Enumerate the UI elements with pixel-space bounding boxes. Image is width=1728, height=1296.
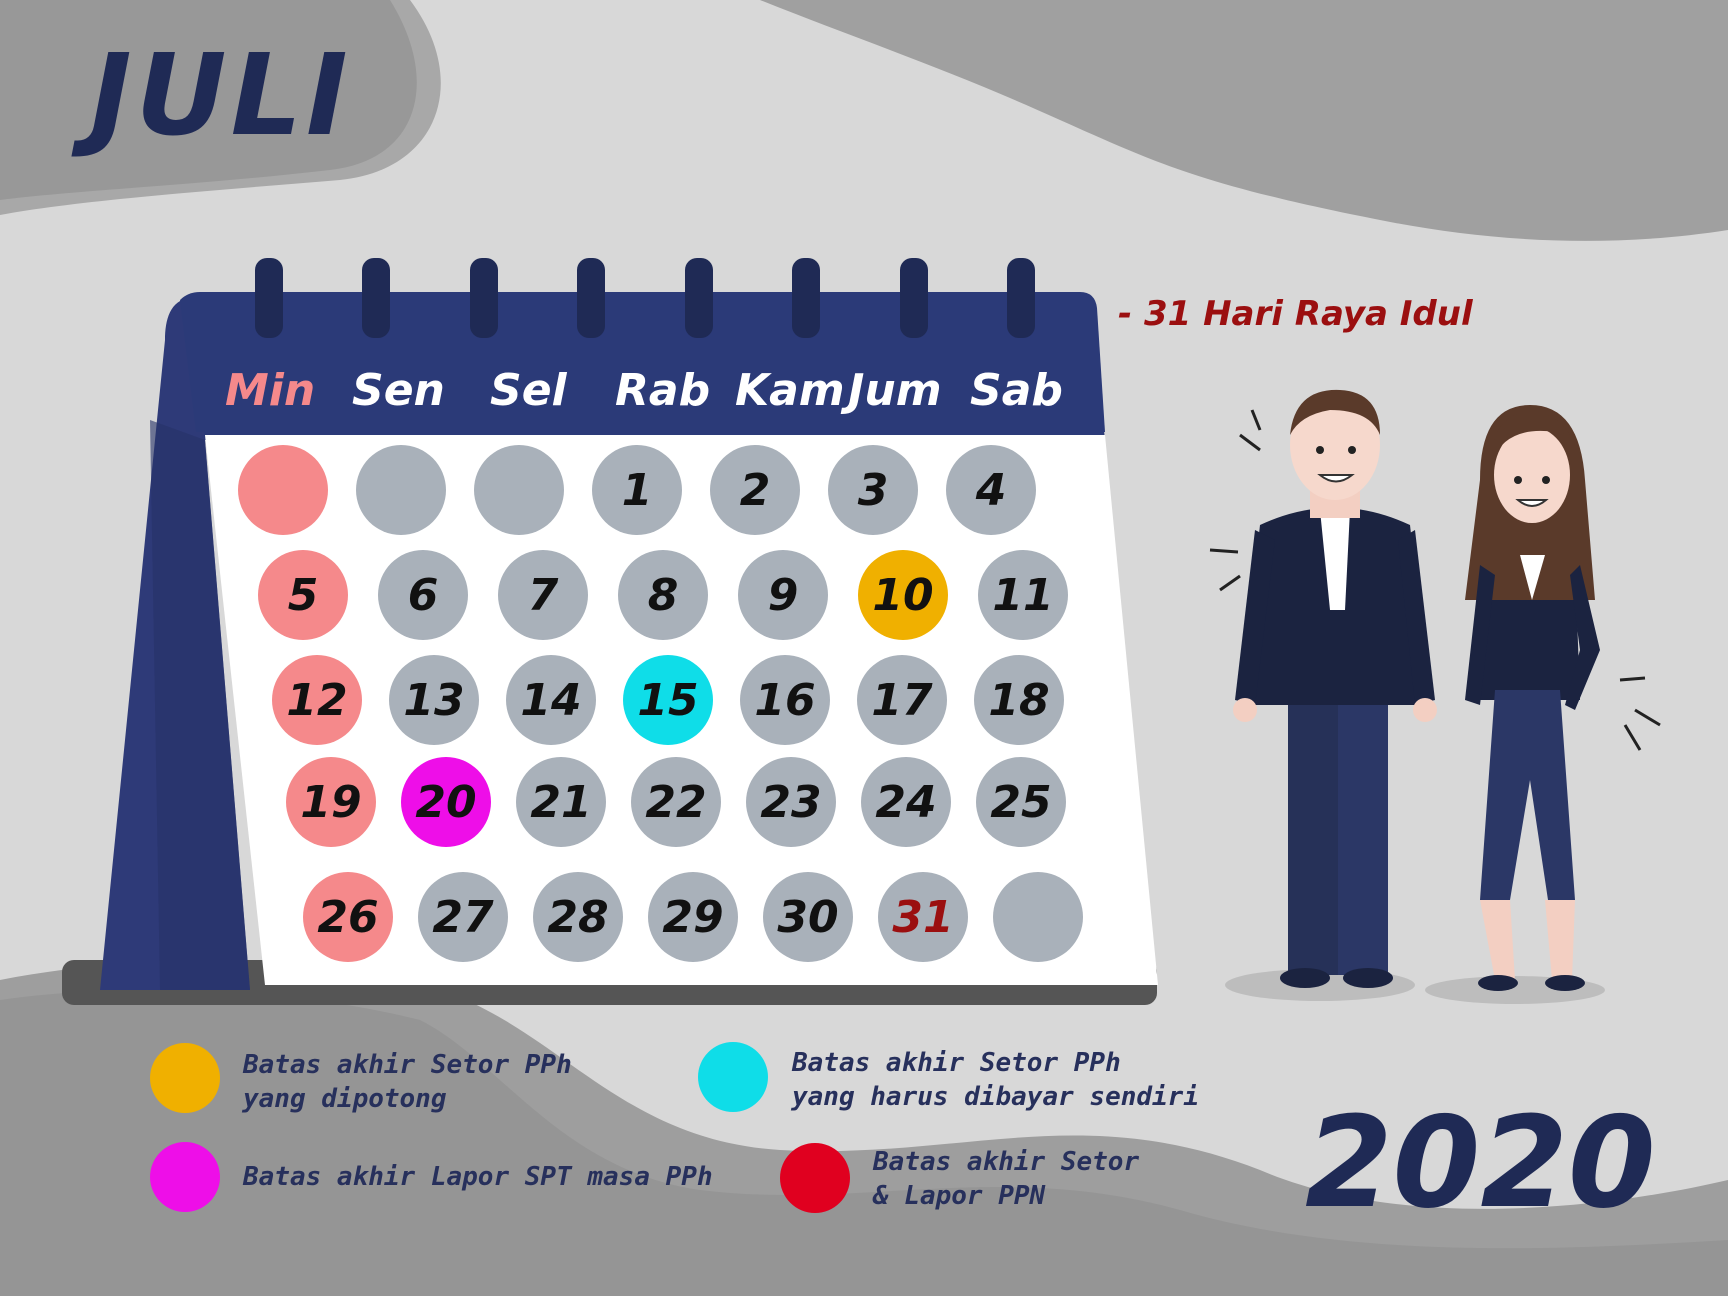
legend-label-line2: yang dipotong	[243, 1084, 447, 1114]
day-cell[interactable]: 9	[738, 550, 828, 640]
day-cell[interactable]: 21	[516, 757, 606, 847]
weekday-label: Rab	[615, 365, 711, 416]
weekday-label: Min	[225, 365, 316, 416]
day-cell[interactable]: 14	[506, 655, 596, 745]
day-cell[interactable]: 12	[272, 655, 362, 745]
day-cell[interactable]: 19	[286, 757, 376, 847]
day-cell[interactable]: 18	[974, 655, 1064, 745]
day-cell[interactable]: 11	[978, 550, 1068, 640]
day-cell[interactable]: 16	[740, 655, 830, 745]
legend-label-line1: Batas akhir Lapor SPT masa PPh	[243, 1162, 713, 1192]
weekday-label: Sen	[352, 365, 445, 416]
day-cell[interactable]: 6	[378, 550, 468, 640]
day-cell[interactable]: 2	[710, 445, 800, 535]
day-cell[interactable]: 17	[857, 655, 947, 745]
empty-day-cell	[356, 445, 446, 535]
day-cell[interactable]: 8	[618, 550, 708, 640]
day-cell[interactable]: 13	[389, 655, 479, 745]
day-cell[interactable]: 23	[746, 757, 836, 847]
day-cell[interactable]: 3	[828, 445, 918, 535]
day-cell[interactable]: 29	[648, 872, 738, 962]
legend-label-line2: yang harus dibayar sendiri	[792, 1082, 1199, 1112]
legend-color-dot	[698, 1042, 768, 1112]
day-cell[interactable]: 28	[533, 872, 623, 962]
day-cell[interactable]: 20	[401, 757, 491, 847]
day-cell[interactable]: 1	[592, 445, 682, 535]
weekday-label: Jum	[848, 365, 942, 416]
day-cell[interactable]: 31	[878, 872, 968, 962]
weekday-label: Sel	[490, 365, 567, 416]
legend-label-line1: Batas akhir Setor	[873, 1147, 1140, 1177]
weekday-label: Kam	[735, 365, 845, 416]
people-illustration	[1209, 389, 1661, 1004]
day-cell[interactable]: 25	[976, 757, 1066, 847]
year-title: 2020	[1305, 1089, 1656, 1236]
day-cell[interactable]: 5	[258, 550, 348, 640]
day-cell[interactable]: 22	[631, 757, 721, 847]
legend-color-dot	[150, 1043, 220, 1113]
empty-day-cell	[474, 445, 564, 535]
legend-label-line1: Batas akhir Setor PPh	[243, 1050, 572, 1080]
empty-day-cell	[993, 872, 1083, 962]
day-cell[interactable]: 7	[498, 550, 588, 640]
day-cell[interactable]: 4	[946, 445, 1036, 535]
weekday-label: Sab	[970, 365, 1063, 416]
empty-day-cell	[238, 445, 328, 535]
legend-label-line1: Batas akhir Setor PPh	[792, 1048, 1121, 1078]
day-cell[interactable]: 30	[763, 872, 853, 962]
legend-color-dot	[780, 1143, 850, 1213]
day-cell[interactable]: 15	[623, 655, 713, 745]
day-cell[interactable]: 27	[418, 872, 508, 962]
legend-label-line2: & Lapor PPN	[873, 1181, 1046, 1211]
day-cell[interactable]: 24	[861, 757, 951, 847]
day-cell[interactable]: 10	[858, 550, 948, 640]
day-cell[interactable]: 26	[303, 872, 393, 962]
legend-color-dot	[150, 1142, 220, 1212]
